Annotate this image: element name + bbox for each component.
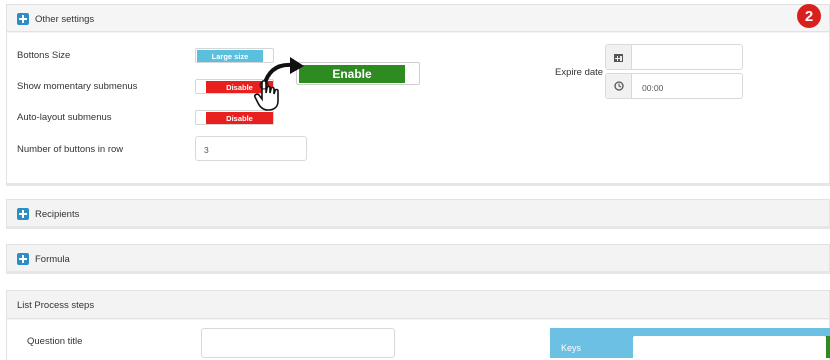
keys-label: Keys [561, 343, 582, 353]
hand-pointer-icon [254, 79, 279, 111]
recipients-panel[interactable]: Recipients [6, 199, 830, 229]
clock-icon[interactable] [606, 74, 632, 98]
keys-input[interactable] [633, 336, 826, 358]
auto-layout-toggle[interactable]: Disable [195, 110, 274, 125]
buttons-in-row-label: Number of buttons in row [17, 144, 124, 155]
question-title-label: Question title [27, 336, 83, 347]
formula-title: Formula [35, 254, 70, 265]
expire-date-label: Expire date [555, 67, 604, 78]
expire-time-input[interactable]: 00:00 [605, 73, 743, 99]
buttons-size-value: Large size [197, 50, 263, 62]
buttons-size-label: Bottons Size [17, 50, 71, 61]
formula-panel[interactable]: Formula [6, 244, 830, 274]
calendar-icon[interactable] [606, 45, 632, 69]
plus-square-icon[interactable] [17, 208, 29, 220]
keys-edge [826, 336, 830, 358]
other-settings-title: Other settings [35, 14, 95, 25]
step-badge-number: 2 [804, 7, 814, 25]
list-process-header: List Process steps [7, 291, 829, 319]
expire-date-input[interactable] [605, 44, 743, 70]
auto-layout-label: Auto-layout submenus [17, 112, 112, 123]
other-settings-header[interactable]: Other settings [7, 5, 829, 32]
step-badge: 2 [797, 4, 821, 28]
show-momentary-label: Show momentary submenus [17, 81, 138, 92]
recipients-title: Recipients [35, 209, 80, 220]
buttons-in-row-input[interactable]: 3 [195, 136, 307, 161]
plus-square-icon[interactable] [17, 253, 29, 265]
auto-layout-value: Disable [206, 112, 273, 124]
plus-square-icon[interactable] [17, 13, 29, 25]
expire-time-value: 00:00 [642, 83, 664, 93]
list-process-title: List Process steps [17, 300, 95, 311]
buttons-in-row-value: 3 [204, 145, 209, 155]
